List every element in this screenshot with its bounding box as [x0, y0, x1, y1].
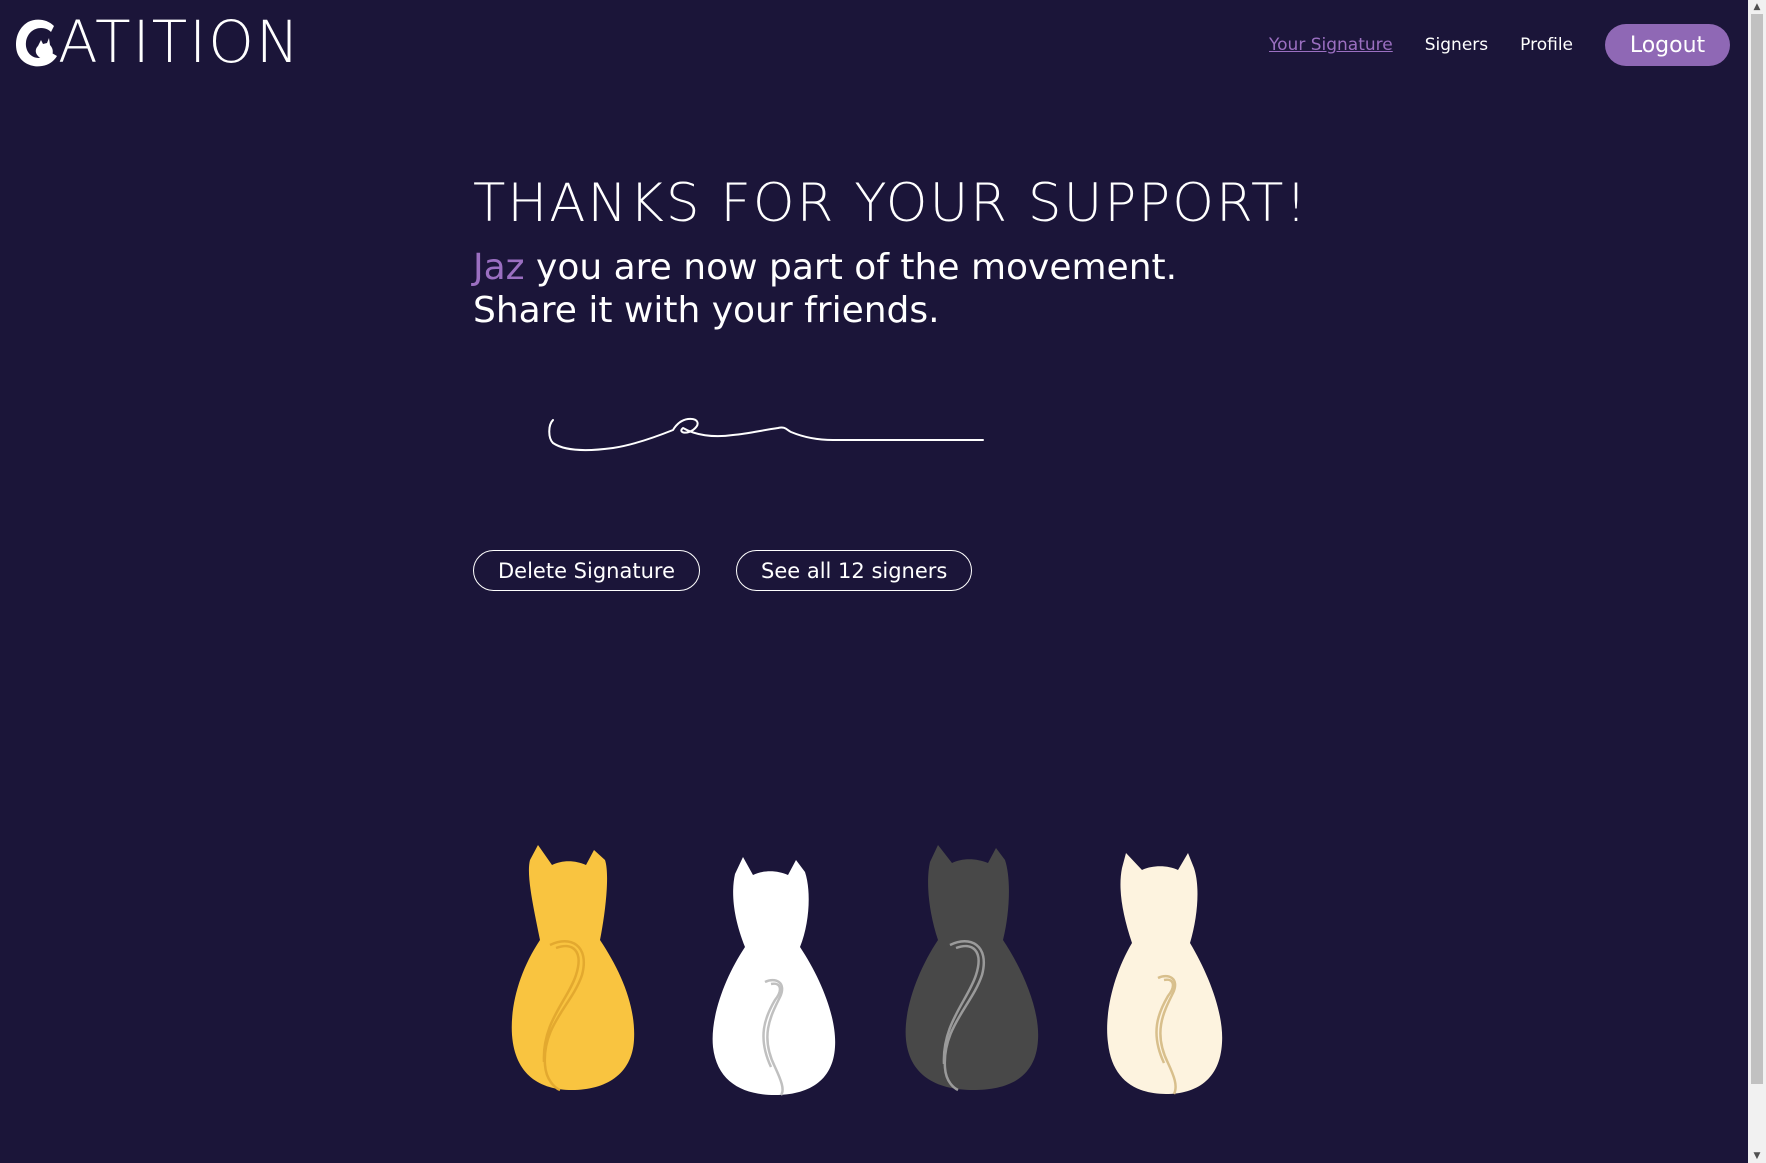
nav-links: Your Signature Signers Profile Logout: [1269, 24, 1730, 66]
yellow-cat-icon: [511, 845, 635, 1092]
message-line-2: Share it with your friends.: [473, 290, 940, 331]
action-buttons: Delete Signature See all 12 signers: [473, 550, 1008, 591]
cream-cat-icon: [1107, 853, 1223, 1095]
logo[interactable]: ATITION: [14, 12, 314, 72]
gray-cat-icon: [905, 845, 1039, 1092]
page-title: THANKS FOR YOUR SUPPORT!: [473, 173, 1309, 234]
logo-text: ATITION: [58, 8, 302, 76]
delete-signature-button[interactable]: Delete Signature: [473, 550, 700, 591]
nav-signers[interactable]: Signers: [1425, 35, 1488, 55]
nav-profile[interactable]: Profile: [1520, 35, 1573, 55]
main-content: THANKS FOR YOUR SUPPORT! Jaz you are now…: [473, 170, 1373, 591]
scroll-up-icon[interactable]: ▲: [1748, 0, 1766, 14]
scrollbar[interactable]: ▲ ▼: [1748, 0, 1766, 1163]
cats-illustration: [511, 845, 1223, 1096]
signature-image: [548, 417, 984, 452]
see-signers-button[interactable]: See all 12 signers: [735, 550, 973, 591]
message-text-1: you are now part of the movement.: [524, 247, 1178, 288]
user-name: Jaz: [473, 247, 525, 288]
navbar: ATITION Your Signature Signers Profile L…: [0, 0, 1748, 90]
thanks-message: Jaz you are now part of the movement. Sh…: [473, 246, 1373, 332]
scroll-down-icon[interactable]: ▼: [1748, 1149, 1766, 1163]
white-cat-icon: [712, 857, 836, 1096]
nav-your-signature[interactable]: Your Signature: [1269, 35, 1393, 55]
cat-logo-icon: [16, 19, 57, 67]
logout-button[interactable]: Logout: [1605, 24, 1730, 66]
message-line-1: Jaz you are now part of the movement.: [473, 246, 1373, 289]
scroll-thumb[interactable]: [1751, 14, 1763, 1084]
